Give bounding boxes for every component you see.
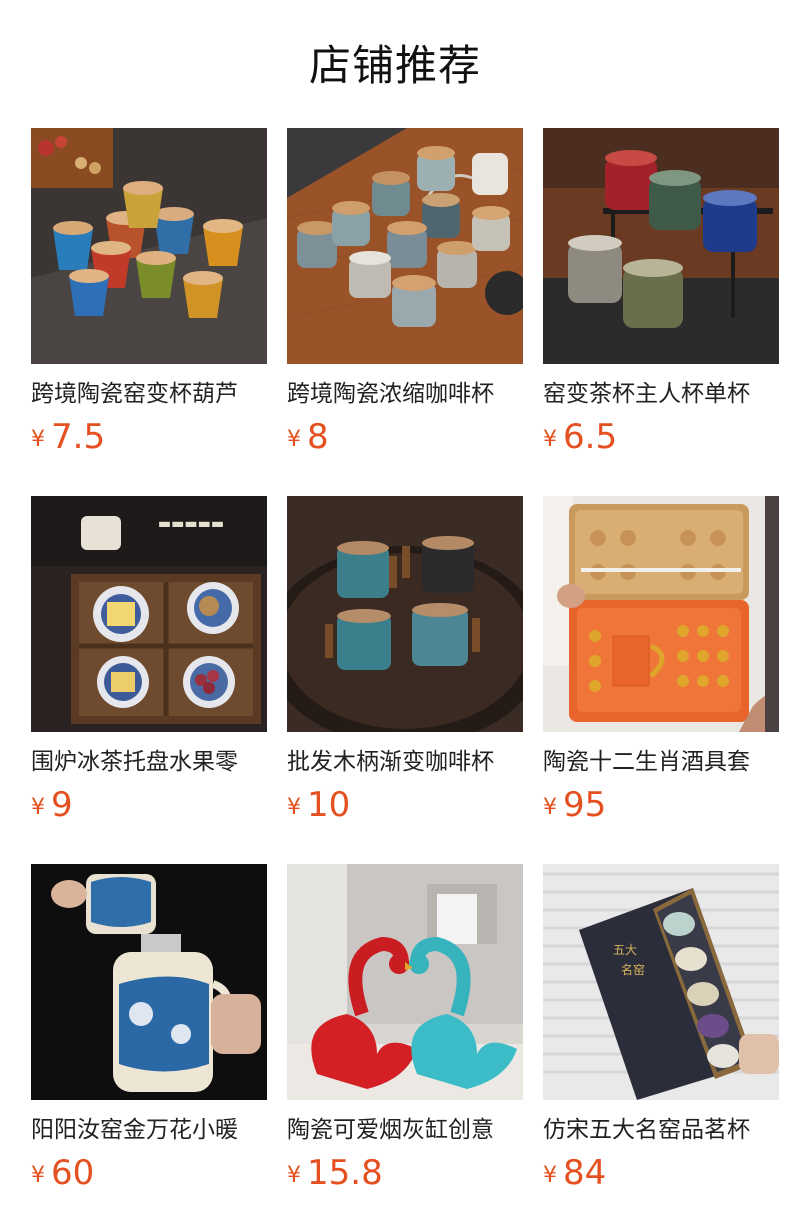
product-price: ¥8 — [287, 416, 329, 458]
product-card[interactable]: 批发木柄渐变咖啡杯 ¥10 — [287, 496, 523, 846]
product-price: ¥10 — [287, 784, 350, 826]
price-value: 60 — [51, 1153, 95, 1193]
currency-symbol: ¥ — [287, 795, 301, 820]
currency-symbol: ¥ — [543, 1163, 557, 1188]
product-card[interactable]: 陶瓷十二生肖酒具套 ¥95 — [543, 496, 779, 846]
price-value: 7.5 — [51, 417, 106, 457]
currency-symbol: ¥ — [31, 427, 45, 452]
product-card[interactable]: 陶瓷可爱烟灰缸创意 ¥15.8 — [287, 864, 523, 1214]
currency-symbol: ¥ — [287, 1163, 301, 1188]
price-value: 15.8 — [307, 1153, 383, 1193]
svg-text:▬▬▬▬▬: ▬▬▬▬▬ — [158, 516, 224, 532]
product-price: ¥9 — [31, 784, 73, 826]
product-card[interactable]: 跨境陶瓷窑变杯葫芦 ¥7.5 — [31, 128, 267, 478]
product-price: ¥7.5 — [31, 416, 105, 458]
price-value: 9 — [51, 785, 73, 825]
product-price: ¥84 — [543, 1152, 606, 1194]
product-price: ¥95 — [543, 784, 606, 826]
product-image[interactable]: ▬▬▬▬▬ — [31, 496, 267, 732]
product-card[interactable]: 阳阳汝窑金万花小暖 ¥60 — [31, 864, 267, 1214]
product-image[interactable] — [31, 864, 267, 1100]
product-price: ¥6.5 — [543, 416, 617, 458]
price-value: 6.5 — [563, 417, 618, 457]
product-card[interactable]: 五大名窑 仿宋五大名窑品茗杯 ¥84 — [543, 864, 779, 1214]
product-name[interactable]: 围炉冰茶托盘水果零 — [31, 746, 267, 780]
svg-text:名窑: 名窑 — [621, 962, 645, 977]
product-name[interactable]: 跨境陶瓷窑变杯葫芦 — [31, 378, 267, 412]
currency-symbol: ¥ — [543, 795, 557, 820]
price-value: 10 — [307, 785, 351, 825]
product-name[interactable]: 阳阳汝窑金万花小暖 — [31, 1114, 267, 1148]
product-image[interactable] — [543, 496, 779, 732]
currency-symbol: ¥ — [31, 795, 45, 820]
product-name[interactable]: 窑变茶杯主人杯单杯 — [543, 378, 779, 412]
product-image[interactable] — [287, 128, 523, 364]
price-value: 84 — [563, 1153, 607, 1193]
page-title: 店铺推荐 — [308, 41, 481, 90]
svg-text:五大: 五大 — [613, 943, 637, 957]
product-name[interactable]: 跨境陶瓷浓缩咖啡杯 — [287, 378, 523, 412]
currency-symbol: ¥ — [31, 1163, 45, 1188]
product-image[interactable]: 五大名窑 — [543, 864, 779, 1100]
product-price: ¥60 — [31, 1152, 94, 1194]
product-card[interactable]: ▬▬▬▬▬ 围炉冰茶托盘水果零 ¥9 — [31, 496, 267, 846]
product-image[interactable] — [543, 128, 779, 364]
product-name[interactable]: 陶瓷可爱烟灰缸创意 — [287, 1114, 523, 1148]
product-card[interactable]: 跨境陶瓷浓缩咖啡杯 ¥8 — [287, 128, 523, 478]
product-name[interactable]: 批发木柄渐变咖啡杯 — [287, 746, 523, 780]
product-image[interactable] — [31, 128, 267, 364]
product-name[interactable]: 仿宋五大名窑品茗杯 — [543, 1114, 779, 1148]
price-value: 95 — [563, 785, 607, 825]
currency-symbol: ¥ — [543, 427, 557, 452]
product-image[interactable] — [287, 496, 523, 732]
price-value: 8 — [307, 417, 329, 457]
product-image[interactable] — [287, 864, 523, 1100]
product-card[interactable]: 窑变茶杯主人杯单杯 ¥6.5 — [543, 128, 779, 478]
product-price: ¥15.8 — [287, 1152, 383, 1194]
product-name[interactable]: 陶瓷十二生肖酒具套 — [543, 746, 779, 780]
currency-symbol: ¥ — [287, 427, 301, 452]
